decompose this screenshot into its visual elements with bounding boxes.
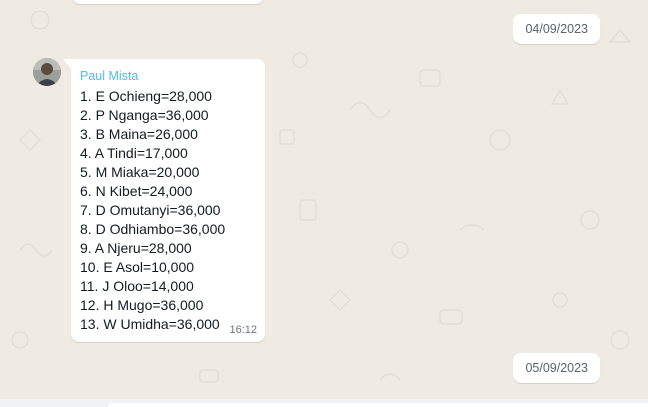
message-line: 5. M Miaka=20,000 [80, 164, 200, 180]
bubble-tail [63, 59, 71, 69]
message-line: 12. H Mugo=36,000 [80, 297, 204, 313]
composer-area [0, 399, 648, 407]
message-line: 13. W Umidha=36,000 [80, 316, 220, 332]
message-line: 4. A Tindi=17,000 [80, 145, 188, 161]
message-line: 3. B Maina=26,000 [80, 126, 198, 142]
user-avatar-photo-icon [33, 58, 61, 86]
message-line: 9. A Njeru=28,000 [80, 240, 192, 256]
message-line: 7. D Omutanyi=36,000 [80, 202, 221, 218]
sender-avatar[interactable] [33, 58, 61, 86]
date-separator: 05/09/2023 [513, 353, 600, 383]
previous-message-bubble [72, 0, 264, 4]
sender-name[interactable]: Paul Mista [80, 68, 138, 84]
date-separator: 04/09/2023 [513, 14, 600, 44]
message-line: 11. J Oloo=14,000 [80, 278, 194, 294]
message-bubble[interactable]: Paul Mista 1. E Ochieng=28,000 2. P Ngan… [71, 59, 265, 342]
message-line: 2. P Nganga=36,000 [80, 107, 209, 123]
message-input[interactable] [108, 403, 648, 407]
message-line: 10. E Asol=10,000 [80, 259, 195, 275]
message-text: 1. E Ochieng=28,000 2. P Nganga=36,000 3… [80, 87, 225, 334]
message-line: 1. E Ochieng=28,000 [80, 88, 212, 104]
message-line: 6. N Kibet=24,000 [80, 183, 193, 199]
message-timestamp: 16:12 [229, 324, 257, 336]
message-line: 8. D Odhiambo=36,000 [80, 221, 226, 237]
